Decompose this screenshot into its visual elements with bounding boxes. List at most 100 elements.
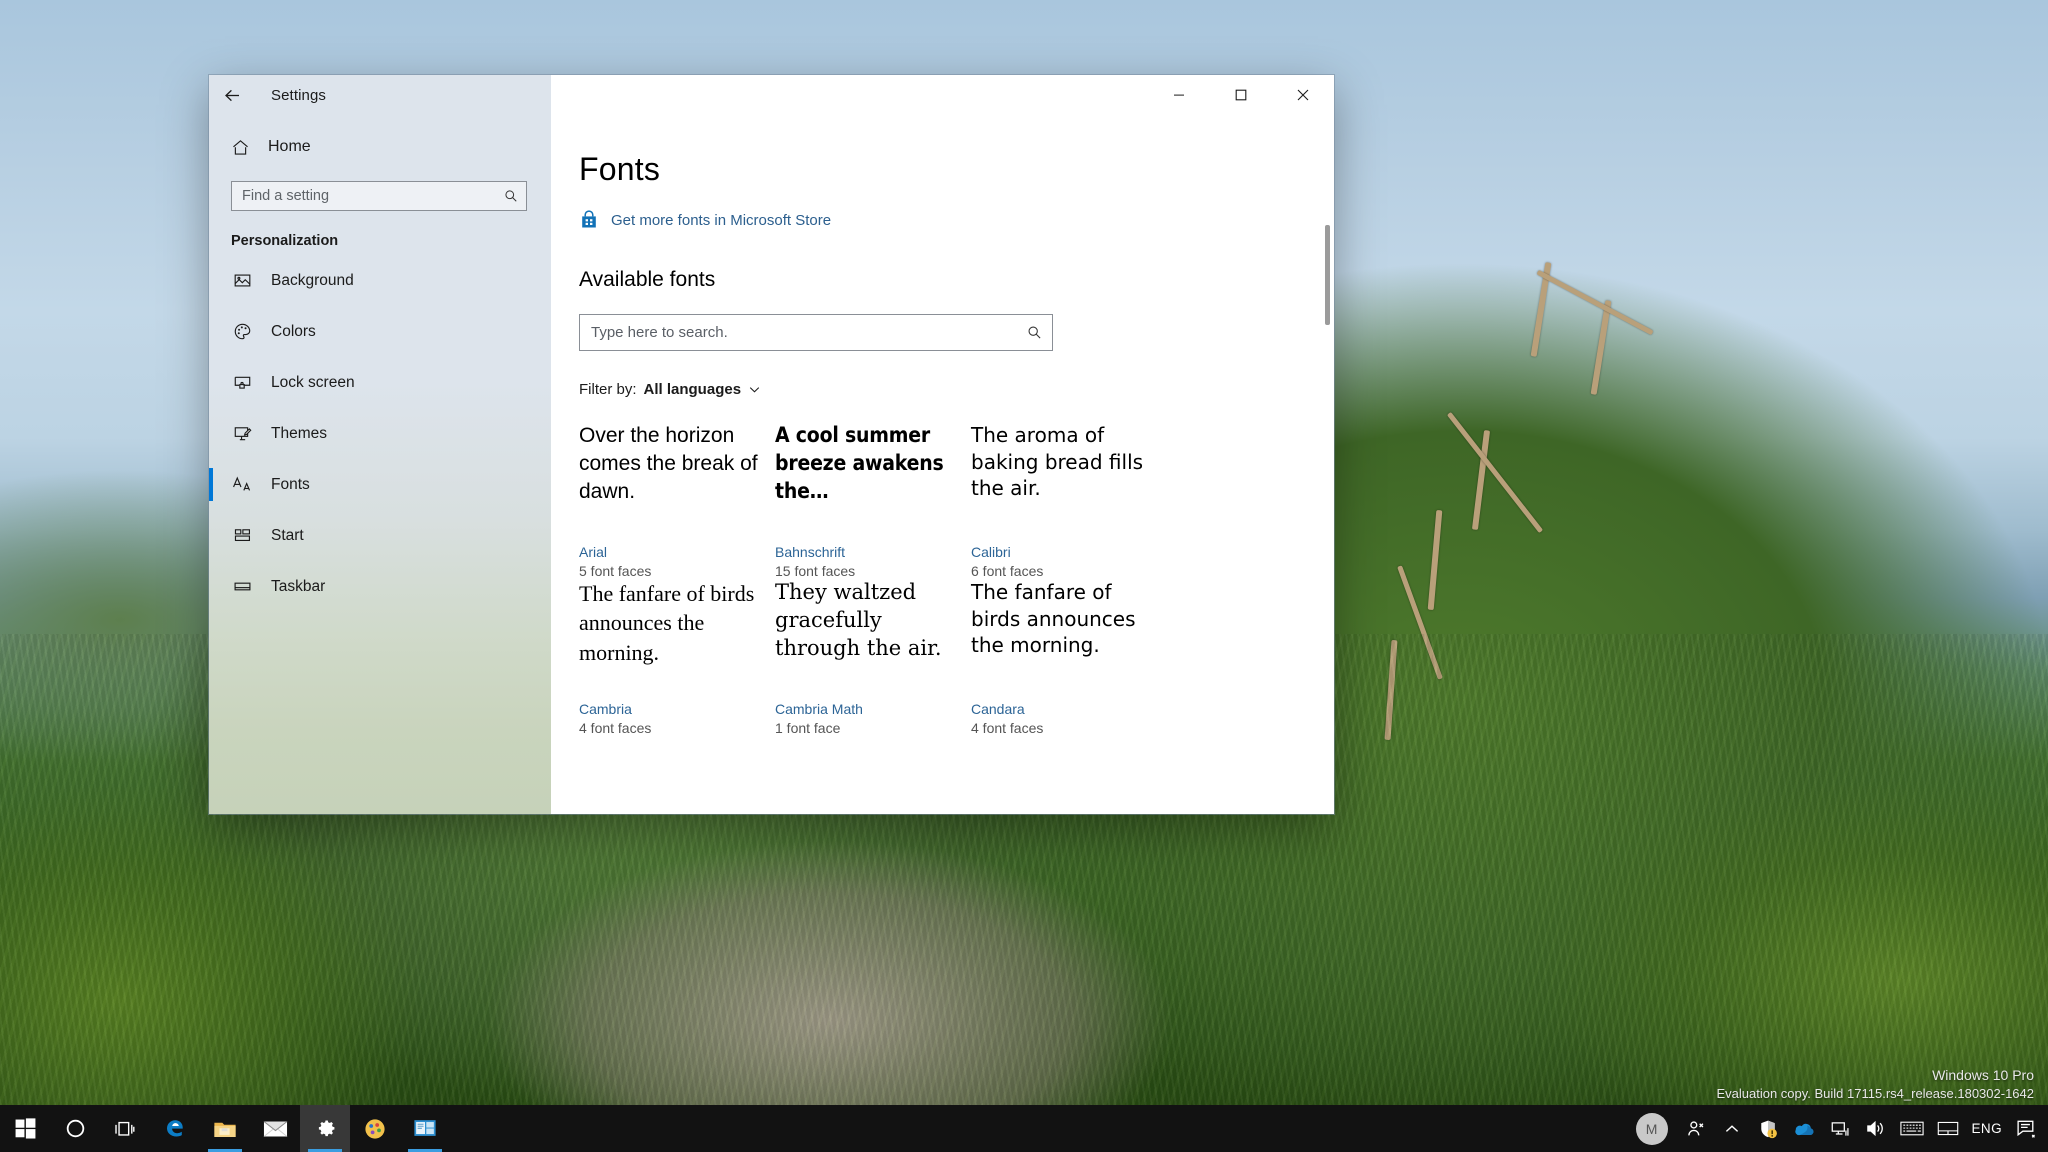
avatar[interactable]: M bbox=[1635, 1112, 1668, 1145]
window-titlebar: Settings bbox=[209, 75, 1334, 115]
window-caption-buttons bbox=[551, 75, 1334, 115]
sidebar-item-taskbar[interactable]: Taskbar bbox=[209, 561, 551, 612]
filter-by-label: Filter by: bbox=[579, 381, 637, 398]
railing-beam bbox=[1446, 411, 1544, 534]
task-view-icon bbox=[114, 1119, 136, 1139]
windows-taskbar: M ENG bbox=[0, 1105, 2048, 1152]
sidebar-item-lock-screen[interactable]: Lock screen bbox=[209, 357, 551, 408]
railing-beam bbox=[1536, 269, 1654, 336]
windows-start-icon bbox=[15, 1118, 36, 1139]
railing-post bbox=[1427, 509, 1443, 611]
windows-defender-tray-icon[interactable] bbox=[1750, 1105, 1786, 1152]
sidebar-item-fonts[interactable]: Fonts bbox=[209, 459, 551, 510]
filter-by-value: All languages bbox=[643, 381, 742, 398]
touchpad-tray-icon[interactable] bbox=[1930, 1105, 1966, 1152]
font-preview-text: They waltzed gracefully through the air. bbox=[775, 580, 942, 660]
window-title: Settings bbox=[271, 86, 326, 104]
edge-button[interactable] bbox=[150, 1105, 200, 1152]
sidebar-home-label: Home bbox=[268, 138, 311, 155]
sidebar-item-label: Background bbox=[271, 271, 354, 289]
font-faces-count: 4 font faces bbox=[579, 720, 652, 736]
available-fonts-grid: Over the horizon comes the break of dawn… bbox=[579, 422, 1334, 736]
font-faces-count: 6 font faces bbox=[971, 563, 1044, 579]
font-card[interactable]: The fanfare of birds announces the morni… bbox=[971, 579, 1167, 736]
sidebar-item-label: Lock screen bbox=[271, 373, 355, 391]
font-card[interactable]: They waltzed gracefully through the air.… bbox=[775, 579, 971, 736]
cortana-button[interactable] bbox=[50, 1105, 100, 1152]
touch-keyboard-button[interactable] bbox=[1894, 1105, 1930, 1152]
remote-desktop-button[interactable] bbox=[400, 1105, 450, 1152]
find-a-setting-field[interactable] bbox=[231, 181, 527, 211]
filter-by-dropdown[interactable]: Filter by: All languages bbox=[579, 381, 761, 398]
sidebar-item-background[interactable]: Background bbox=[209, 255, 551, 306]
sidebar-item-themes[interactable]: Themes bbox=[209, 408, 551, 459]
back-arrow-icon[interactable] bbox=[209, 75, 255, 115]
font-name: Calibri bbox=[971, 544, 1011, 560]
search-icon bbox=[1027, 325, 1042, 340]
font-card[interactable]: A cool summer breeze awakens the… Bahnsc… bbox=[775, 422, 971, 579]
palette-icon bbox=[231, 322, 253, 341]
network-tray-icon[interactable] bbox=[1822, 1105, 1858, 1152]
file-explorer-button[interactable] bbox=[200, 1105, 250, 1152]
font-faces-count: 4 font faces bbox=[971, 720, 1044, 736]
watermark-edition: Windows 10 Pro bbox=[1932, 1066, 2034, 1083]
find-a-setting-input[interactable] bbox=[232, 182, 526, 210]
fonts-settings-page: Fonts Get more fonts in Microsoft Store … bbox=[551, 115, 1334, 814]
font-aa-icon bbox=[231, 475, 253, 494]
font-card[interactable]: The fanfare of birds announces the morni… bbox=[579, 579, 775, 736]
sidebar-item-start[interactable]: Start bbox=[209, 510, 551, 561]
font-preview-text: Over the horizon comes the break of dawn… bbox=[579, 424, 758, 503]
taskbar-pinned-apps bbox=[0, 1105, 450, 1152]
taskbar-icon bbox=[231, 577, 253, 596]
taskbar-empty-area[interactable] bbox=[450, 1105, 1632, 1152]
show-hidden-icons-button[interactable] bbox=[1714, 1105, 1750, 1152]
minimize-button[interactable] bbox=[1148, 75, 1210, 115]
font-faces-count: 5 font faces bbox=[579, 563, 652, 579]
onedrive-tray-icon[interactable] bbox=[1786, 1105, 1822, 1152]
paint-palette-icon bbox=[363, 1117, 387, 1141]
chevron-down-icon bbox=[748, 383, 761, 396]
font-faces-count: 15 font faces bbox=[775, 563, 856, 579]
people-tray-icon[interactable] bbox=[1678, 1105, 1714, 1152]
picture-icon bbox=[231, 271, 253, 290]
watermark-build: Evaluation copy. Build 17115.rs4_release… bbox=[1716, 1086, 2034, 1102]
sidebar-item-label: Taskbar bbox=[271, 577, 326, 595]
sidebar-item-home[interactable]: Home bbox=[209, 125, 551, 169]
sidebar-item-label: Fonts bbox=[271, 475, 310, 493]
railing-post bbox=[1384, 639, 1398, 741]
settings-button[interactable] bbox=[300, 1105, 350, 1152]
font-card[interactable]: The aroma of baking bread fills the air.… bbox=[971, 422, 1167, 579]
font-search-input[interactable] bbox=[580, 315, 1052, 350]
font-card[interactable]: Over the horizon comes the break of dawn… bbox=[579, 422, 775, 579]
start-button[interactable] bbox=[0, 1105, 50, 1152]
task-view-button[interactable] bbox=[100, 1105, 150, 1152]
sidebar-item-label: Themes bbox=[271, 424, 327, 442]
mail-button[interactable] bbox=[250, 1105, 300, 1152]
remote-desktop-icon bbox=[413, 1118, 437, 1139]
content-scrollbar[interactable] bbox=[1320, 115, 1334, 814]
scrollbar-thumb[interactable] bbox=[1325, 225, 1330, 325]
volume-tray-icon[interactable] bbox=[1858, 1105, 1894, 1152]
window-body: Home Personalization bbox=[209, 115, 1334, 814]
language-indicator[interactable]: ENG bbox=[1966, 1105, 2008, 1152]
edge-browser-icon bbox=[163, 1117, 187, 1141]
system-tray: M ENG bbox=[1632, 1105, 2048, 1152]
font-faces-count: 1 font face bbox=[775, 720, 841, 736]
font-search-field[interactable] bbox=[579, 314, 1053, 351]
windows-activation-watermark: Windows 10 Pro Evaluation copy. Build 17… bbox=[1716, 1065, 2034, 1104]
font-preview-text: The fanfare of birds announces the morni… bbox=[971, 580, 1136, 658]
file-explorer-icon bbox=[213, 1118, 237, 1140]
action-center-icon[interactable] bbox=[2008, 1105, 2044, 1152]
font-name: Candara bbox=[971, 701, 1025, 717]
maximize-button[interactable] bbox=[1210, 75, 1272, 115]
get-more-fonts-link[interactable]: Get more fonts in Microsoft Store bbox=[579, 210, 831, 230]
themes-icon bbox=[231, 424, 253, 443]
font-name: Bahnschrift bbox=[775, 544, 846, 560]
sidebar-group-heading: Personalization bbox=[231, 233, 339, 249]
close-button[interactable] bbox=[1272, 75, 1334, 115]
start-tiles-icon bbox=[231, 526, 253, 545]
titlebar-left-region: Settings bbox=[209, 75, 551, 115]
railing-post bbox=[1590, 300, 1612, 395]
paint-button[interactable] bbox=[350, 1105, 400, 1152]
sidebar-item-colors[interactable]: Colors bbox=[209, 306, 551, 357]
